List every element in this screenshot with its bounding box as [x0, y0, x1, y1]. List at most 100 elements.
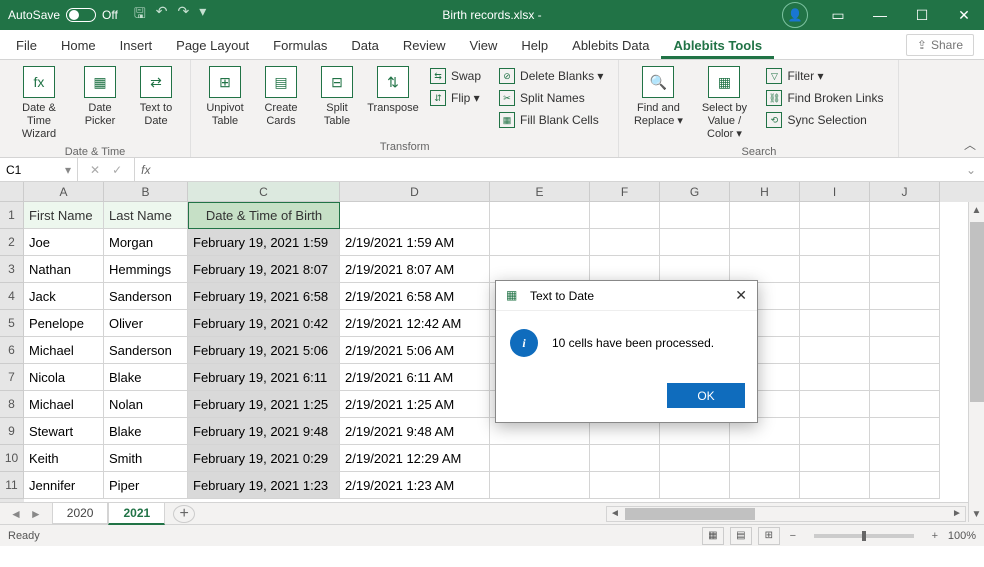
cell[interactable]	[590, 202, 660, 229]
sync-selection-button[interactable]: ⟲Sync Selection	[763, 110, 886, 130]
cell[interactable]: Penelope	[24, 310, 104, 337]
scroll-thumb[interactable]	[970, 222, 984, 402]
cell[interactable]	[730, 202, 800, 229]
zoom-handle[interactable]	[862, 531, 866, 541]
hscroll-thumb[interactable]	[625, 508, 755, 520]
cancel-formula-icon[interactable]: ✕	[90, 163, 100, 177]
share-button[interactable]: ⇪ Share	[906, 34, 974, 56]
cell[interactable]: Keith	[24, 445, 104, 472]
cell[interactable]: Blake	[104, 364, 188, 391]
cell[interactable]: February 19, 2021 6:58	[188, 283, 340, 310]
cell[interactable]: Michael	[24, 391, 104, 418]
fx-label[interactable]: fx	[135, 163, 156, 177]
row-header-2[interactable]: 2	[0, 229, 24, 256]
page-layout-view-icon[interactable]: ▤	[730, 527, 752, 545]
row-header-1[interactable]: 1	[0, 202, 24, 229]
cell[interactable]	[590, 445, 660, 472]
col-header-h[interactable]: H	[730, 182, 800, 202]
maximize-button[interactable]: ☐	[902, 0, 942, 30]
cell[interactable]	[870, 364, 940, 391]
cell[interactable]: 2/19/2021 12:29 AM	[340, 445, 490, 472]
user-avatar-icon[interactable]: 👤	[782, 2, 808, 28]
cell[interactable]: Morgan	[104, 229, 188, 256]
cell[interactable]	[800, 229, 870, 256]
split-table-button[interactable]: ⊟Split Table	[311, 64, 363, 130]
tab-ablebits-data[interactable]: Ablebits Data	[560, 32, 661, 59]
delete-blanks-button[interactable]: ⊘Delete Blanks ▾	[496, 66, 606, 86]
select-by-button[interactable]: ▦Select by Value / Color ▾	[693, 64, 755, 144]
col-header-g[interactable]: G	[660, 182, 730, 202]
cell[interactable]: February 19, 2021 0:29	[188, 445, 340, 472]
row-header-9[interactable]: 9	[0, 418, 24, 445]
cell[interactable]	[870, 391, 940, 418]
col-header-c[interactable]: C	[188, 182, 340, 202]
ribbon-options-icon[interactable]: ▭	[818, 0, 858, 30]
cell[interactable]	[730, 256, 800, 283]
cell[interactable]: February 19, 2021 0:42	[188, 310, 340, 337]
cell[interactable]	[590, 256, 660, 283]
cell[interactable]	[490, 229, 590, 256]
split-names-button[interactable]: ✂Split Names	[496, 88, 606, 108]
cell[interactable]: Michael	[24, 337, 104, 364]
page-break-view-icon[interactable]: ⊞	[758, 527, 780, 545]
cell[interactable]: February 19, 2021 1:23	[188, 472, 340, 499]
cell[interactable]: 2/19/2021 6:11 AM	[340, 364, 490, 391]
col-header-f[interactable]: F	[590, 182, 660, 202]
cell[interactable]	[870, 256, 940, 283]
col-header-j[interactable]: J	[870, 182, 940, 202]
find-replace-button[interactable]: 🔍Find and Replace ▾	[627, 64, 689, 130]
zoom-percent[interactable]: 100%	[948, 530, 976, 542]
text-to-date-button[interactable]: ⇄Text to Date	[130, 64, 182, 130]
zoom-slider[interactable]	[814, 534, 914, 538]
swap-button[interactable]: ⇆Swap	[427, 66, 484, 86]
cell[interactable]	[730, 229, 800, 256]
cell[interactable]	[870, 337, 940, 364]
cell[interactable]	[870, 283, 940, 310]
cell[interactable]: First Name	[24, 202, 104, 229]
scroll-down-icon[interactable]: ▼	[969, 506, 984, 522]
filter-button[interactable]: ▽Filter ▾	[763, 66, 886, 86]
minimize-button[interactable]: —	[860, 0, 900, 30]
cell[interactable]: Hemmings	[104, 256, 188, 283]
col-header-e[interactable]: E	[490, 182, 590, 202]
tab-insert[interactable]: Insert	[108, 32, 165, 59]
save-icon[interactable]: 🖫	[134, 3, 146, 27]
cell-selected[interactable]: Date & Time of Birth	[188, 202, 340, 229]
cell[interactable]	[870, 472, 940, 499]
row-header-7[interactable]: 7	[0, 364, 24, 391]
cell[interactable]	[800, 337, 870, 364]
cell[interactable]	[800, 364, 870, 391]
cell[interactable]	[660, 256, 730, 283]
qat-dropdown-icon[interactable]: ▾	[199, 3, 206, 27]
cell[interactable]	[800, 391, 870, 418]
sheet-tab-2021[interactable]: 2021	[108, 503, 165, 525]
cell[interactable]	[800, 472, 870, 499]
cell[interactable]	[490, 256, 590, 283]
cell[interactable]: Jennifer	[24, 472, 104, 499]
cell[interactable]: February 19, 2021 5:06	[188, 337, 340, 364]
row-header-4[interactable]: 4	[0, 283, 24, 310]
tab-view[interactable]: View	[457, 32, 509, 59]
row-header-10[interactable]: 10	[0, 445, 24, 472]
scroll-left-icon[interactable]: ◄	[607, 508, 623, 519]
tab-home[interactable]: Home	[49, 32, 108, 59]
cell[interactable]	[870, 418, 940, 445]
scroll-up-icon[interactable]: ▲	[969, 202, 984, 218]
cell[interactable]: 2/19/2021 8:07 AM	[340, 256, 490, 283]
row-header-5[interactable]: 5	[0, 310, 24, 337]
date-picker-button[interactable]: ▦Date Picker	[74, 64, 126, 130]
unpivot-table-button[interactable]: ⊞Unpivot Table	[199, 64, 251, 130]
undo-icon[interactable]: ↶	[156, 3, 168, 27]
cell[interactable]	[800, 202, 870, 229]
cell[interactable]: 2/19/2021 6:58 AM	[340, 283, 490, 310]
cell[interactable]	[340, 202, 490, 229]
normal-view-icon[interactable]: ▦	[702, 527, 724, 545]
ok-button[interactable]: OK	[667, 383, 745, 408]
col-header-a[interactable]: A	[24, 182, 104, 202]
sheet-tab-2020[interactable]: 2020	[52, 503, 109, 524]
cell[interactable]: February 19, 2021 9:48	[188, 418, 340, 445]
cell[interactable]	[800, 418, 870, 445]
cell[interactable]: Nathan	[24, 256, 104, 283]
cell[interactable]	[660, 472, 730, 499]
row-header-6[interactable]: 6	[0, 337, 24, 364]
